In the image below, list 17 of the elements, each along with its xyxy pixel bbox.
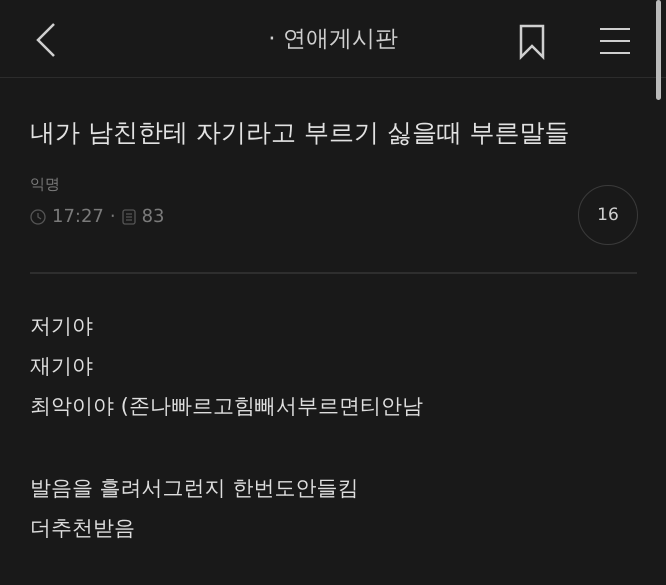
body-line: 재기야 bbox=[30, 353, 94, 380]
comment-count[interactable]: 16 bbox=[578, 185, 638, 245]
menu-icon[interactable] bbox=[599, 27, 631, 55]
scrollbar[interactable] bbox=[656, 0, 661, 100]
post-time: 17:27 bbox=[52, 206, 104, 227]
body-line: 저기야 bbox=[30, 313, 94, 340]
body-line: 발음을 흘려서그런지 한번도안들킴 bbox=[30, 475, 360, 502]
post-title: 내가 남친한테 자기라고 부르기 싫을때 부른말들 bbox=[30, 117, 571, 149]
clock-icon bbox=[30, 208, 46, 224]
body-line: 최악이야 (존나빠르고힘빼서부르면티안남 bbox=[30, 393, 424, 420]
view-count: 83 bbox=[142, 206, 165, 227]
document-icon bbox=[122, 208, 136, 224]
author-name: 익명 bbox=[30, 175, 61, 194]
body-line: 더추천받음 bbox=[30, 515, 136, 542]
bookmark-icon[interactable] bbox=[518, 24, 546, 60]
meta-separator: · bbox=[110, 206, 116, 227]
board-title: · 연애게시판 bbox=[268, 25, 398, 54]
